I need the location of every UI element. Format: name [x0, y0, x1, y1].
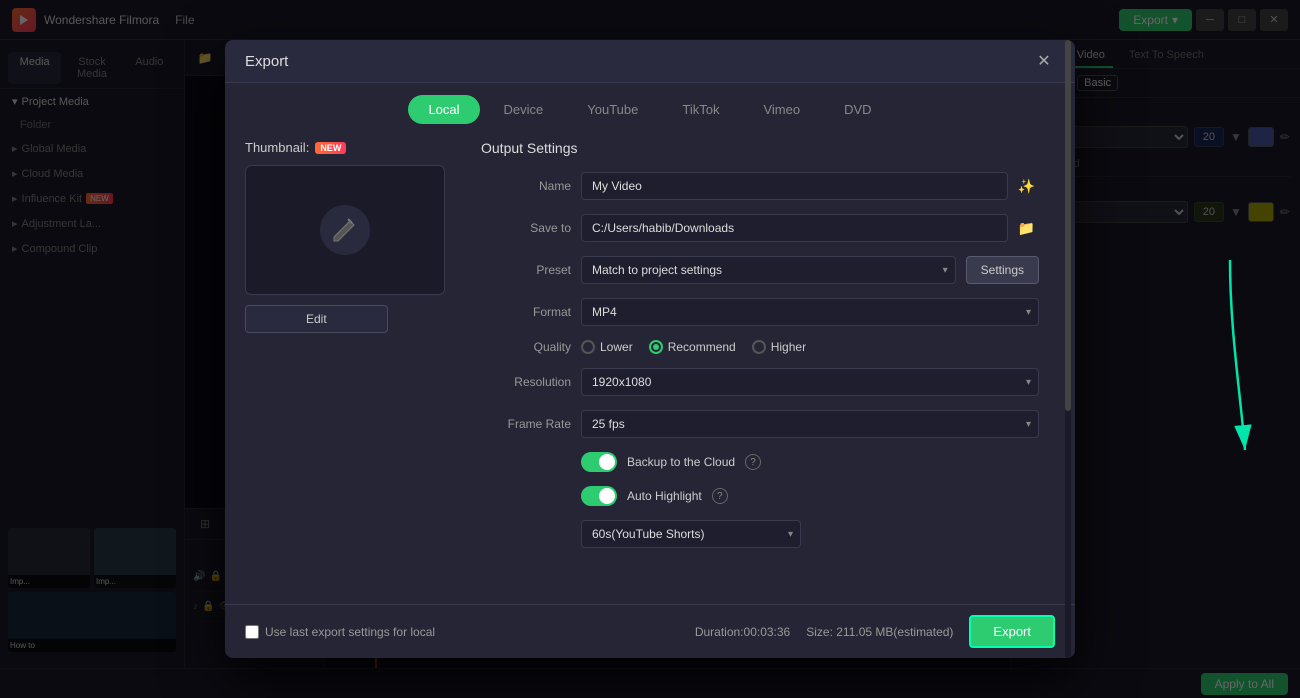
modal-tab-dvd[interactable]: DVD [824, 95, 891, 124]
modal-close-button[interactable]: ✕ [1033, 50, 1055, 72]
radio-higher-circle [752, 340, 766, 354]
backup-toggle[interactable] [581, 452, 617, 472]
backup-help-icon[interactable]: ? [745, 454, 761, 470]
quality-options: Lower Recommend Higher [581, 340, 806, 354]
last-export-checkbox[interactable]: Use last export settings for local [245, 625, 435, 639]
preset-select[interactable]: Match to project settings [581, 256, 956, 284]
quality-higher-label: Higher [771, 340, 806, 354]
save-to-label: Save to [481, 221, 571, 235]
ai-name-button[interactable]: ✨ [1014, 176, 1039, 197]
modal-footer: Use last export settings for local Durat… [225, 604, 1075, 658]
footer-duration: Duration:00:03:36 [695, 625, 790, 639]
name-field-wrapper: ✨ [581, 172, 1039, 200]
name-input[interactable] [581, 172, 1008, 200]
export-button[interactable]: Export [969, 615, 1055, 648]
format-select-wrapper: MP4 ▾ [581, 298, 1039, 326]
modal-tab-youtube[interactable]: YouTube [567, 95, 658, 124]
edit-thumbnail-button[interactable]: Edit [245, 305, 388, 333]
youtube-shorts-row: 60s(YouTube Shorts) ▾ [581, 520, 1039, 548]
modal-scrollbar[interactable] [1065, 40, 1071, 658]
form-row-backup: Backup to the Cloud ? [481, 452, 1039, 472]
form-row-save-to: Save to 📁 [481, 214, 1039, 242]
modal-tabs: Local Device YouTube TikTok Vimeo DVD [225, 83, 1075, 124]
modal-overlay: Export ✕ Local Device YouTube TikTok Vim… [0, 0, 1300, 698]
auto-highlight-toggle[interactable] [581, 486, 617, 506]
format-label: Format [481, 305, 571, 319]
resolution-label: Resolution [481, 375, 571, 389]
form-row-resolution: Resolution 1920x1080 ▾ [481, 368, 1039, 396]
form-row-framerate: Frame Rate 25 fps ▾ [481, 410, 1039, 438]
thumbnail-preview-icon [320, 205, 370, 255]
frame-rate-select[interactable]: 25 fps [581, 410, 1039, 438]
export-modal: Export ✕ Local Device YouTube TikTok Vim… [225, 40, 1075, 658]
quality-lower-label: Lower [600, 340, 633, 354]
quality-label: Quality [481, 340, 571, 354]
modal-tab-tiktok[interactable]: TikTok [662, 95, 739, 124]
youtube-shorts-select[interactable]: 60s(YouTube Shorts) [581, 520, 801, 548]
save-to-input[interactable] [581, 214, 1008, 242]
teal-arrow-annotation [1190, 250, 1270, 470]
backup-label: Backup to the Cloud [627, 455, 735, 469]
preset-label: Preset [481, 263, 571, 277]
quality-recommend[interactable]: Recommend [649, 340, 736, 354]
output-settings: Output Settings Name ✨ Save to 📁 [465, 140, 1055, 588]
modal-tab-local[interactable]: Local [408, 95, 479, 124]
form-row-format: Format MP4 ▾ [481, 298, 1039, 326]
backup-toggle-knob [599, 454, 615, 470]
modal-body: Thumbnail: NEW Edit Output Settings [225, 124, 1075, 604]
youtube-shorts-wrapper: 60s(YouTube Shorts) ▾ [581, 520, 801, 548]
form-row-quality: Quality Lower Recommend Higher [481, 340, 1039, 354]
browse-folder-button[interactable]: 📁 [1014, 218, 1039, 239]
last-export-check[interactable] [245, 625, 259, 639]
save-to-wrapper: 📁 [581, 214, 1039, 242]
footer-size: Size: 211.05 MB(estimated) [806, 625, 953, 639]
modal-scrollbar-thumb [1065, 40, 1071, 411]
radio-recommend-circle [649, 340, 663, 354]
output-settings-title: Output Settings [481, 140, 1039, 156]
quality-higher[interactable]: Higher [752, 340, 806, 354]
quality-lower[interactable]: Lower [581, 340, 633, 354]
auto-highlight-help-icon[interactable]: ? [712, 488, 728, 504]
thumbnail-section: Thumbnail: NEW Edit [245, 140, 465, 588]
thumbnail-label: Thumbnail: NEW [245, 140, 346, 155]
edit-pencil-icon [330, 215, 360, 245]
auto-highlight-knob [599, 488, 615, 504]
auto-highlight-label: Auto Highlight [627, 489, 702, 503]
frame-rate-select-wrapper: 25 fps ▾ [581, 410, 1039, 438]
form-row-name: Name ✨ [481, 172, 1039, 200]
resolution-select[interactable]: 1920x1080 [581, 368, 1039, 396]
preset-select-wrapper: Match to project settings ▾ [581, 256, 956, 284]
format-select[interactable]: MP4 [581, 298, 1039, 326]
radio-lower-circle [581, 340, 595, 354]
name-label: Name [481, 179, 571, 193]
modal-header: Export ✕ [225, 40, 1075, 83]
modal-tab-device[interactable]: Device [484, 95, 564, 124]
modal-tab-vimeo[interactable]: Vimeo [743, 95, 820, 124]
settings-button[interactable]: Settings [966, 256, 1039, 284]
form-row-autohighlight: Auto Highlight ? [481, 486, 1039, 506]
quality-recommend-label: Recommend [668, 340, 736, 354]
thumbnail-preview [245, 165, 445, 295]
badge-new: NEW [315, 142, 346, 154]
modal-title: Export [245, 53, 288, 70]
resolution-select-wrapper: 1920x1080 ▾ [581, 368, 1039, 396]
frame-rate-label: Frame Rate [481, 417, 571, 431]
form-row-preset: Preset Match to project settings ▾ Setti… [481, 256, 1039, 284]
